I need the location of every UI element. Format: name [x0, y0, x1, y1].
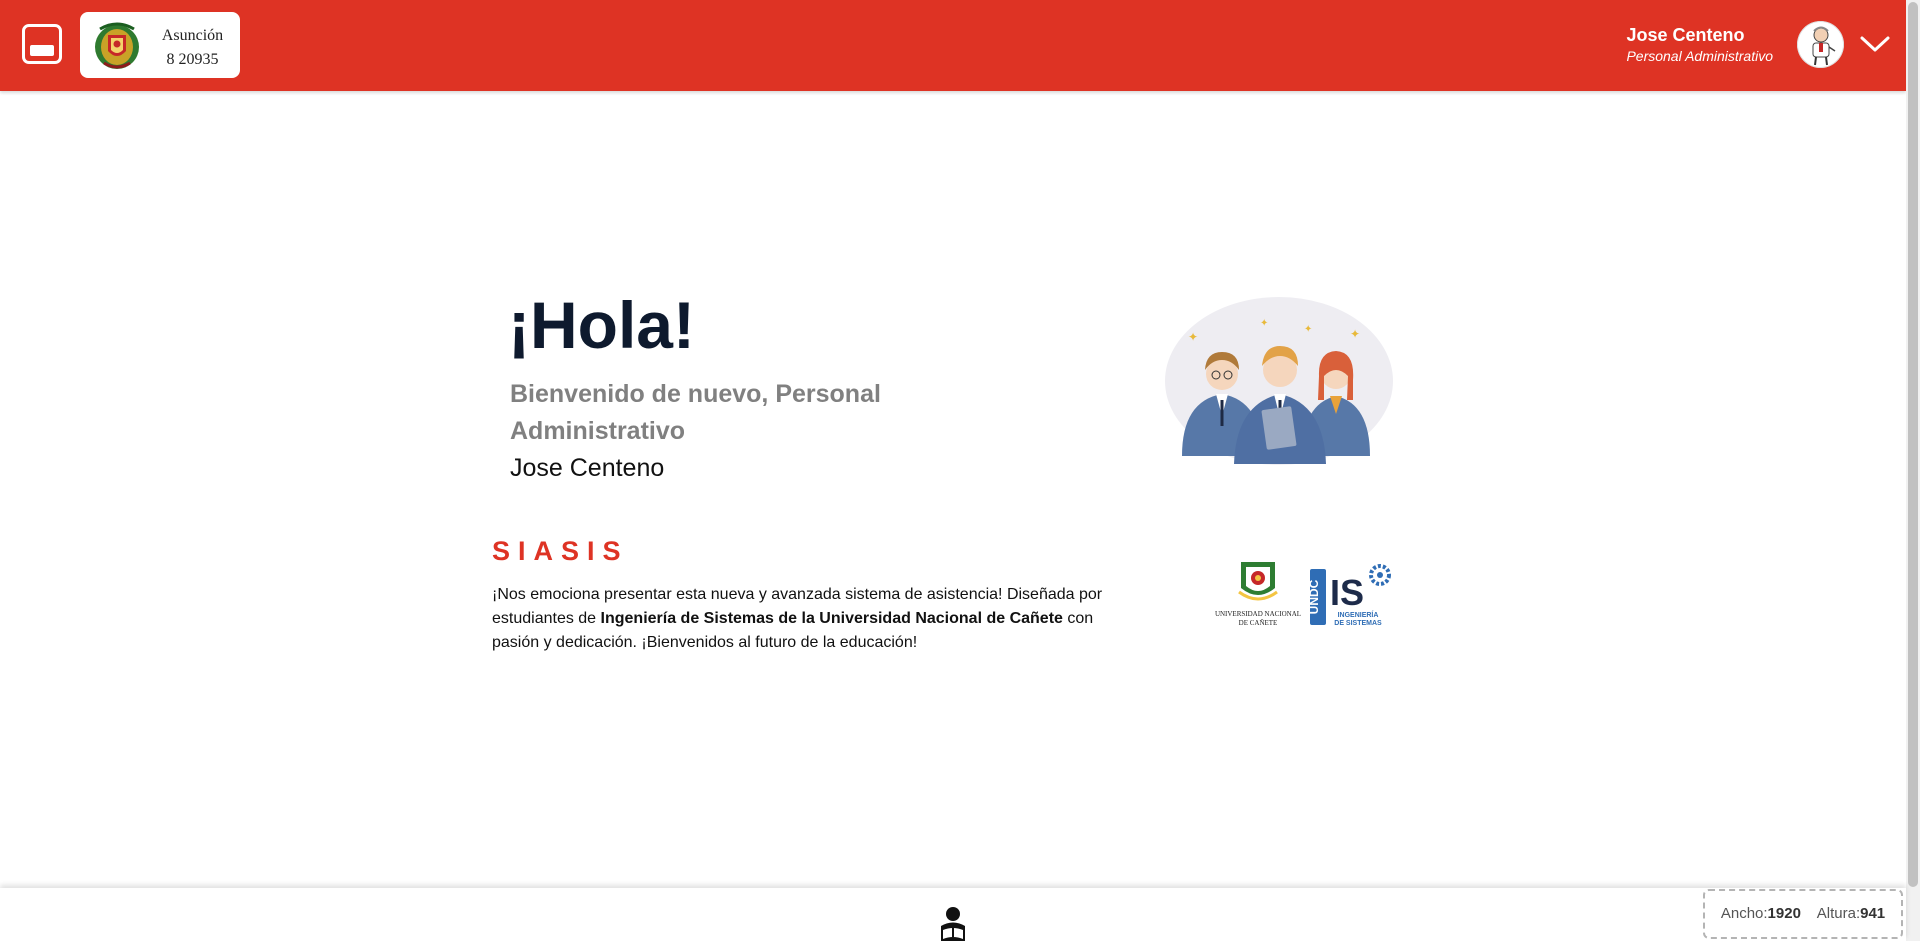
svg-text:✦: ✦ — [1304, 324, 1312, 335]
chevron-down-icon[interactable] — [1858, 34, 1892, 54]
user-avatar[interactable] — [1797, 21, 1844, 68]
height-label: Altura: — [1816, 905, 1861, 922]
description-bold: Ingeniería de Sistemas de la Universidad… — [600, 610, 1063, 627]
svg-text:INGENIERÍA: INGENIERÍA — [1338, 610, 1379, 619]
sidebar-toggle-bar — [30, 45, 54, 56]
student-reading-icon — [941, 907, 965, 941]
school-crest-icon — [95, 22, 139, 69]
width-label: Ancho: — [1720, 905, 1768, 922]
school-code: 8 20935 — [166, 51, 219, 68]
sidebar-toggle-icon[interactable] — [22, 24, 62, 64]
ingenieria-sistemas-logo: UNDC IS INGENIERÍA DE SISTEMAS — [1308, 564, 1391, 627]
welcome-user-name: Jose Centeno — [510, 454, 665, 482]
height-value: 941 — [1860, 905, 1886, 922]
undc-logo: UNIVERSIDAD NACIONAL DE CAÑETE — [1215, 562, 1301, 627]
staff-illustration: ✦ ✦ ✦ ✦ — [1165, 297, 1393, 465]
brand-description: ¡Nos emociona presentar esta nueva y ava… — [492, 583, 1117, 655]
svg-text:IS: IS — [1330, 572, 1364, 613]
svg-text:✦: ✦ — [1260, 318, 1268, 329]
svg-text:UNDC: UNDC — [1308, 579, 1321, 614]
svg-text:✦: ✦ — [1188, 330, 1198, 344]
svg-text:DE SISTEMAS: DE SISTEMAS — [1334, 620, 1382, 627]
school-card: Asunción 8 20935 — [80, 12, 240, 78]
header-user-name: Jose Centeno — [1626, 25, 1745, 45]
school-info: Asunción 8 20935 — [150, 24, 235, 72]
width-value: 1920 — [1767, 905, 1801, 922]
user-info: Jose Centeno Personal Administrativo — [1626, 24, 1773, 66]
brand-title: SIASIS — [492, 536, 629, 566]
svg-text:✦: ✦ — [1350, 327, 1360, 341]
svg-text:DE CAÑETE: DE CAÑETE — [1239, 619, 1278, 627]
scrollbar-thumb[interactable] — [1908, 2, 1918, 887]
school-name: Asunción — [161, 27, 224, 44]
viewport-size-indicator: Ancho:1920 Altura:941 — [1703, 889, 1903, 939]
welcome-message: Bienvenido de nuevo, Personal Administra… — [510, 380, 881, 445]
header-user-role: Personal Administrativo — [1626, 48, 1773, 64]
svg-text:UNIVERSIDAD NACIONAL: UNIVERSIDAD NACIONAL — [1215, 610, 1301, 618]
top-header: Asunción 8 20935 Jose Centeno Personal A… — [0, 0, 1906, 91]
greeting-heading: ¡Hola! — [508, 288, 695, 362]
